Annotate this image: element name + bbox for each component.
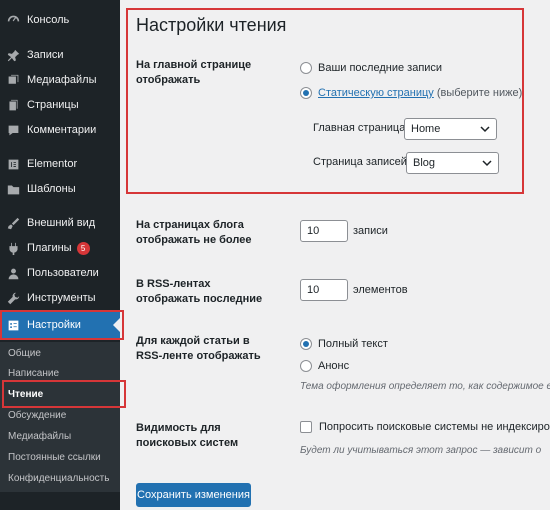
sidebar-item-comments[interactable]: Комментарии (0, 118, 120, 142)
posts-page-label: Страница записей: (313, 156, 410, 168)
feed-content-description: Тема оформления определяет то, как содер… (300, 381, 550, 392)
posts-page-value: Blog (413, 157, 436, 169)
posts-per-page-suffix: записи (353, 225, 388, 237)
posts-page-select[interactable]: Blog (406, 152, 499, 174)
sidebar-item-label: Записи (27, 49, 64, 61)
highlight-settings-box (0, 310, 124, 340)
radio-summary[interactable]: Анонс (300, 360, 349, 372)
folder-icon (6, 182, 20, 196)
rss-label: В RSS-лентах отображать последние (136, 278, 263, 305)
comments-icon (6, 123, 20, 137)
submenu-item-general[interactable]: Общие (8, 348, 41, 359)
home-page-label: Главная страница: (313, 122, 409, 134)
radio-button[interactable] (300, 338, 312, 350)
radio-button[interactable] (300, 62, 312, 74)
sidebar-item-dashboard[interactable]: Консоль (0, 8, 120, 32)
sidebar-item-label: Инструменты (27, 292, 96, 304)
sidebar-item-label: Страницы (27, 99, 79, 111)
sidebar-item-label: Пользователи (27, 267, 99, 279)
sidebar-item-label: Внешний вид (27, 217, 96, 229)
plugins-update-badge: 5 (76, 241, 90, 255)
rss-items-suffix: элементов (353, 284, 408, 296)
submenu-item-discussion[interactable]: Обсуждение (8, 410, 66, 421)
search-visibility-description: Будет ли учитываться этот запрос — завис… (300, 445, 542, 456)
radio-full-label: Полный текст (318, 338, 388, 350)
blog-pages-label: На страницах блога отображать не более (136, 219, 252, 246)
brush-icon (6, 216, 20, 230)
front-page-label: На главной странице отображать (136, 59, 252, 86)
plugin-icon (6, 241, 20, 255)
sidebar-item-label: Медиафайлы (27, 74, 97, 86)
users-icon (6, 266, 20, 280)
static-page-link[interactable]: Статическую страницу (318, 87, 434, 99)
sidebar-item-posts[interactable]: Записи (0, 43, 120, 67)
sidebar-item-label: Консоль (27, 14, 70, 26)
elementor-icon (6, 157, 20, 171)
discourage-search-label: Попросить поисковые системы не индексиро… (319, 421, 550, 433)
rss-items-input[interactable]: 10 (300, 279, 348, 301)
sidebar-item-label: Elementor (27, 158, 78, 170)
sidebar-item-tools[interactable]: Инструменты (0, 286, 120, 310)
submenu-item-writing[interactable]: Написание (8, 368, 59, 379)
sidebar-item-label: Плагины (27, 242, 72, 254)
settings-submenu: Общие Написание Чтение Обсуждение Медиаф… (0, 342, 120, 492)
feed-content-label: Для каждой статьи в RSS-ленте отображать (136, 335, 261, 362)
sidebar-item-users[interactable]: Пользователи (0, 261, 120, 285)
sidebar-item-pages[interactable]: Страницы (0, 93, 120, 117)
sidebar-item-media[interactable]: Медиафайлы (0, 68, 120, 92)
chevron-down-icon (482, 160, 492, 167)
radio-static-page[interactable]: Статическую страницу (выберите ниже) (300, 87, 522, 99)
home-page-value: Home (411, 123, 441, 135)
wrench-icon (6, 291, 20, 305)
sidebar-item-templates[interactable]: Шаблоны (0, 177, 120, 201)
page-title: Настройки чтения (136, 15, 287, 35)
pin-icon (6, 48, 20, 62)
media-icon (6, 73, 20, 87)
radio-latest-posts[interactable]: Ваши последние записи (300, 62, 442, 74)
chevron-down-icon (480, 126, 490, 133)
radio-button[interactable] (300, 360, 312, 372)
home-page-select[interactable]: Home (404, 118, 497, 140)
radio-summary-label: Анонс (318, 360, 350, 372)
submenu-item-privacy[interactable]: Конфиденциальность (8, 473, 109, 484)
sidebar-item-plugins[interactable]: Плагины 5 (0, 236, 120, 260)
pages-icon (6, 98, 20, 112)
sidebar-item-appearance[interactable]: Внешний вид (0, 211, 120, 235)
posts-per-page-input[interactable]: 10 (300, 220, 348, 242)
sidebar-item-label: Шаблоны (27, 183, 76, 195)
highlight-reading-box (2, 380, 126, 408)
dashboard-icon (6, 13, 20, 27)
sidebar-item-label: Комментарии (27, 124, 97, 136)
submenu-item-permalinks[interactable]: Постоянные ссылки (8, 452, 101, 463)
admin-sidebar: Консоль Записи Медиафайлы Страницы Комме… (0, 0, 120, 510)
radio-latest-label: Ваши последние записи (318, 62, 443, 74)
save-changes-button[interactable]: Сохранить изменения (136, 483, 251, 507)
sidebar-item-elementor[interactable]: Elementor (0, 152, 120, 176)
static-page-hint: (выберите ниже) (436, 87, 523, 99)
search-visibility-label: Видимость для поисковых систем (136, 422, 239, 449)
discourage-search-checkbox[interactable] (300, 421, 312, 433)
radio-button[interactable] (300, 87, 312, 99)
submenu-item-media[interactable]: Медиафайлы (8, 431, 71, 442)
radio-full-text[interactable]: Полный текст (300, 338, 388, 350)
